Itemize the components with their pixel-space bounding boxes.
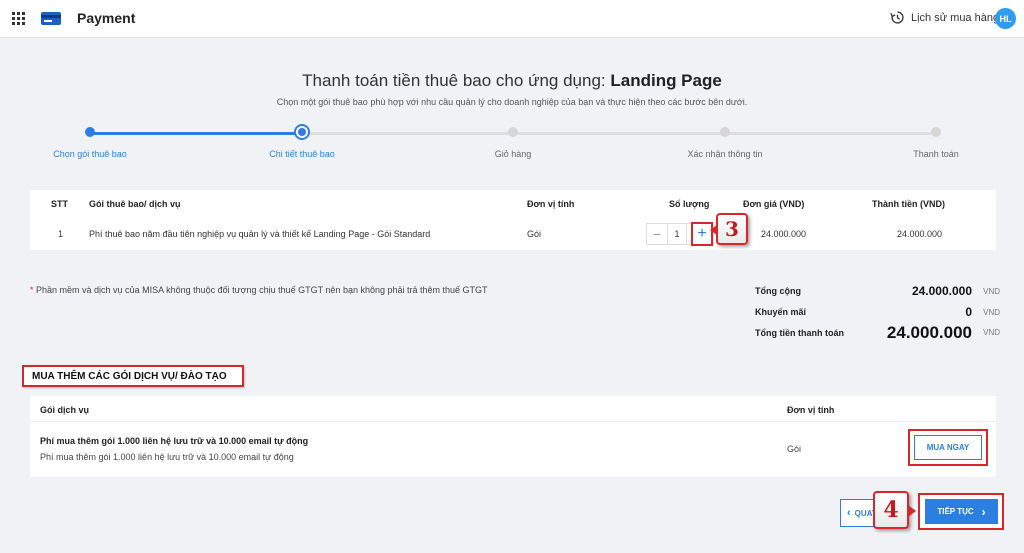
buy-now-highlight: MUA NGAY [908,429,988,466]
grand-total-label: Tổng tiền thanh toán [755,328,844,338]
step-dot [931,127,941,137]
row-package: Phí thuê bao năm đầu tiên nghiệp vụ quản… [89,229,431,239]
step-label: Chọn gói thuê bao [53,149,127,159]
col-unit: Đơn vị tính [527,199,575,209]
quantity-stepper: − 1 + [646,222,714,246]
history-icon [890,11,904,24]
col-service: Gói dịch vụ [40,405,90,415]
addon-table-header: Gói dịch vụ Đơn vị tính [30,396,996,422]
purchase-history-link[interactable]: Lịch sử mua hàng [890,10,999,25]
row-unit: Gói [527,229,542,239]
grand-total-row: Tổng tiền thanh toán 24.000.000 VND [755,323,1000,347]
top-bar: Payment Lịch sử mua hàng HL [0,0,1024,38]
chevron-right-icon: › [981,504,986,519]
addon-description: Phí mua thêm gói 1.000 liên hệ lưu trữ v… [40,452,294,462]
addon-unit: Gói [787,444,802,454]
decrease-quantity-button[interactable]: − [647,224,667,244]
col-amount: Thành tiền (VND) [872,199,945,209]
addon-table: Gói dịch vụ Đơn vị tính Phí mua thêm gói… [30,396,996,477]
subtotal-unit: VND [983,287,1000,296]
col-stt: STT [51,199,68,209]
grand-total-unit: VND [983,328,1000,337]
step-dot [85,127,95,137]
app-title: Payment [77,10,136,26]
step-package-details[interactable]: Chi tiết thuê bao [227,124,377,159]
discount-unit: VND [983,308,1000,317]
continue-button[interactable]: TIẾP TỤC › [925,499,998,524]
chevron-left-icon: ‹ [847,507,851,519]
history-label: Lịch sử mua hàng [911,11,1000,24]
page-title: Thanh toán tiền thuê bao cho ứng dụng: L… [0,71,1024,91]
avatar[interactable]: HL [995,8,1016,29]
callout-step-3: 3 [710,213,748,245]
row-price: 24.000.000 [761,229,807,239]
step-dot [720,127,730,137]
discount-value: 0 [965,305,972,319]
vat-note: * Phần mềm và dịch vụ của MISA không thu… [30,285,488,295]
stepper-track-remaining [302,132,936,135]
step-label: Chi tiết thuê bao [269,149,335,159]
row-stt: 1 [58,229,64,239]
addon-section-title: MUA THÊM CÁC GÓI DỊCH VỤ/ ĐÀO TẠO [22,365,244,387]
buy-now-button[interactable]: MUA NGAY [914,435,982,460]
callout-step-4: 4 [873,491,916,529]
step-choose-package[interactable]: Chọn gói thuê bao [15,124,165,159]
quantity-value[interactable]: 1 [667,224,687,244]
vat-note-text: Phần mềm và dịch vụ của MISA không thuộc… [33,285,488,295]
step-cart[interactable]: Giỏ hàng [438,124,588,159]
step-dot-current [294,124,310,140]
subtotal-value: 24.000.000 [911,284,972,298]
continue-highlight: TIẾP TỤC › [918,493,1004,530]
grand-total-value: 24.000.000 [886,323,972,342]
step-confirm-info[interactable]: Xác nhận thông tin [650,124,800,159]
subtotal-label: Tổng cộng [755,286,801,296]
col-addon-unit: Đơn vị tính [787,405,835,415]
col-package: Gói thuê bao/ dịch vụ [89,199,181,209]
col-quantity: Số lượng [669,199,710,209]
discount-row: Khuyến mãi 0 VND [755,304,1000,320]
step-label: Xác nhận thông tin [687,149,763,159]
step-label: Giỏ hàng [494,149,532,159]
addon-name: Phí mua thêm gói 1.000 liên hệ lưu trữ v… [40,436,309,446]
progress-stepper: Chọn gói thuê bao Chi tiết thuê bao Giỏ … [0,124,1024,164]
back-button[interactable]: ‹ QUAY LẠI [840,499,876,527]
subtotal-row: Tổng cộng 24.000.000 VND [755,283,1000,299]
col-price: Đơn giá (VND) [743,199,805,209]
app-launcher-icon[interactable] [12,12,25,25]
page-title-prefix: Thanh toán tiền thuê bao cho ứng dụng: [302,71,606,90]
payment-card-icon [41,12,61,25]
row-amount: 24.000.000 [897,229,943,239]
step-label: Thanh toán [913,149,959,159]
order-table: STT Gói thuê bao/ dịch vụ Đơn vị tính Số… [30,190,996,250]
continue-button-label: TIẾP TỤC [937,507,974,516]
page-title-app: Landing Page [610,71,722,90]
discount-label: Khuyến mãi [755,307,807,317]
step-dot [508,127,518,137]
page-subtitle: Chọn một gói thuê bao phù hợp với nhu cầ… [276,97,748,107]
step-payment[interactable]: Thanh toán [861,124,1011,159]
